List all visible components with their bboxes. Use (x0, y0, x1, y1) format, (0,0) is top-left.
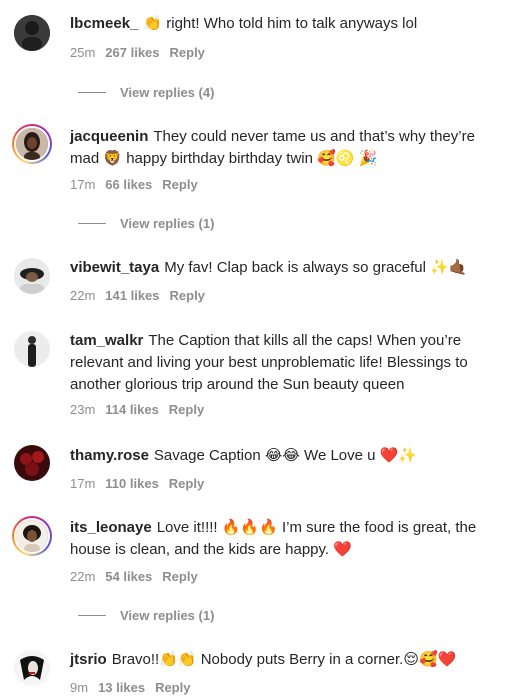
comment-meta: 17m 66 likes Reply (70, 177, 208, 192)
avatar-image (16, 128, 48, 160)
avatar[interactable] (14, 650, 50, 686)
reply-button[interactable]: Reply (162, 177, 197, 192)
divider (78, 223, 106, 224)
reply-button[interactable]: Reply (170, 45, 205, 60)
avatar-image (14, 15, 50, 51)
comment-text: thamy.rose Savage Caption 😂😂 We Love u ❤️… (70, 445, 504, 467)
view-replies-button[interactable]: View replies (1) (78, 216, 214, 231)
comment-text: jacqueenin They could never tame us and t… (70, 126, 504, 170)
avatar[interactable] (14, 15, 50, 51)
avatar[interactable] (14, 331, 50, 367)
comment-username[interactable]: tam_walkr (70, 332, 143, 349)
reply-button[interactable]: Reply (162, 569, 197, 584)
comment-body: Savage Caption 😂😂 We Love u ❤️✨ (153, 447, 418, 464)
comment-time: 22m (70, 288, 96, 303)
likes-count[interactable]: 54 likes (105, 569, 152, 584)
view-replies-button[interactable]: View replies (1) (78, 608, 214, 623)
comment-meta: 22m 54 likes Reply (70, 569, 208, 584)
avatar[interactable] (14, 445, 50, 481)
comment-username[interactable]: jacqueenin (70, 128, 148, 145)
view-replies-label: View replies (1) (120, 216, 215, 231)
likes-count[interactable]: 66 likes (105, 177, 152, 192)
reply-button[interactable]: Reply (169, 476, 204, 491)
comment-meta: 25m 267 likes Reply (70, 45, 215, 60)
comment-text: vibewit_taya My fav! Clap back is always … (70, 257, 504, 279)
comment-text: jtsrio Bravo!!👏👏 Nobody puts Berry in a c… (70, 649, 504, 671)
avatar-image (14, 650, 50, 686)
avatar-image (14, 331, 50, 367)
comment-body: 👏 right! Who told him to talk anyways lo… (143, 15, 418, 32)
reply-button[interactable]: Reply (170, 288, 205, 303)
comment-meta: 17m 110 likes Reply (70, 476, 214, 491)
comment-time: 9m (70, 680, 89, 695)
comment-username[interactable]: lbcmeek_ (70, 15, 138, 32)
comment-time: 22m (70, 569, 96, 584)
avatar[interactable] (12, 124, 52, 164)
comment-body: My fav! Clap back is always so graceful … (164, 259, 468, 276)
avatar-image (14, 445, 50, 481)
comment-text: its_leonaye Love it!!!! 🔥🔥🔥 I’m sure the … (70, 517, 504, 561)
comment-username[interactable]: jtsrio (70, 651, 107, 668)
comment-time: 17m (70, 476, 96, 491)
comment-time: 23m (70, 402, 96, 417)
comment-body: Bravo!!👏👏 Nobody puts Berry in a corner.… (111, 651, 457, 668)
likes-count[interactable]: 114 likes (105, 402, 159, 417)
likes-count[interactable]: 110 likes (105, 476, 159, 491)
view-replies-button[interactable]: View replies (4) (78, 85, 214, 100)
view-replies-label: View replies (1) (120, 608, 215, 623)
comment-username[interactable]: thamy.rose (70, 447, 149, 464)
comment-meta: 23m 114 likes Reply (70, 402, 214, 417)
divider (78, 615, 106, 616)
reply-button[interactable]: Reply (169, 402, 204, 417)
comment-meta: 22m 141 likes Reply (70, 288, 215, 303)
reply-button[interactable]: Reply (155, 680, 190, 695)
avatar-image (16, 520, 48, 552)
comment-time: 25m (70, 45, 96, 60)
avatar[interactable] (12, 516, 52, 556)
comment-text: lbcmeek_ 👏 right! Who told him to talk an… (70, 13, 504, 35)
likes-count[interactable]: 141 likes (105, 288, 159, 303)
avatar[interactable] (14, 258, 50, 294)
comment-text: tam_walkr The Caption that kills all the … (70, 330, 504, 396)
avatar-image (14, 258, 50, 294)
likes-count[interactable]: 267 likes (105, 45, 159, 60)
comment-meta: 9m 13 likes Reply (70, 680, 200, 695)
comment-username[interactable]: vibewit_taya (70, 259, 159, 276)
comment-username[interactable]: its_leonaye (70, 519, 152, 536)
likes-count[interactable]: 13 likes (98, 680, 145, 695)
divider (78, 92, 106, 93)
comment-time: 17m (70, 177, 96, 192)
view-replies-label: View replies (4) (120, 85, 215, 100)
